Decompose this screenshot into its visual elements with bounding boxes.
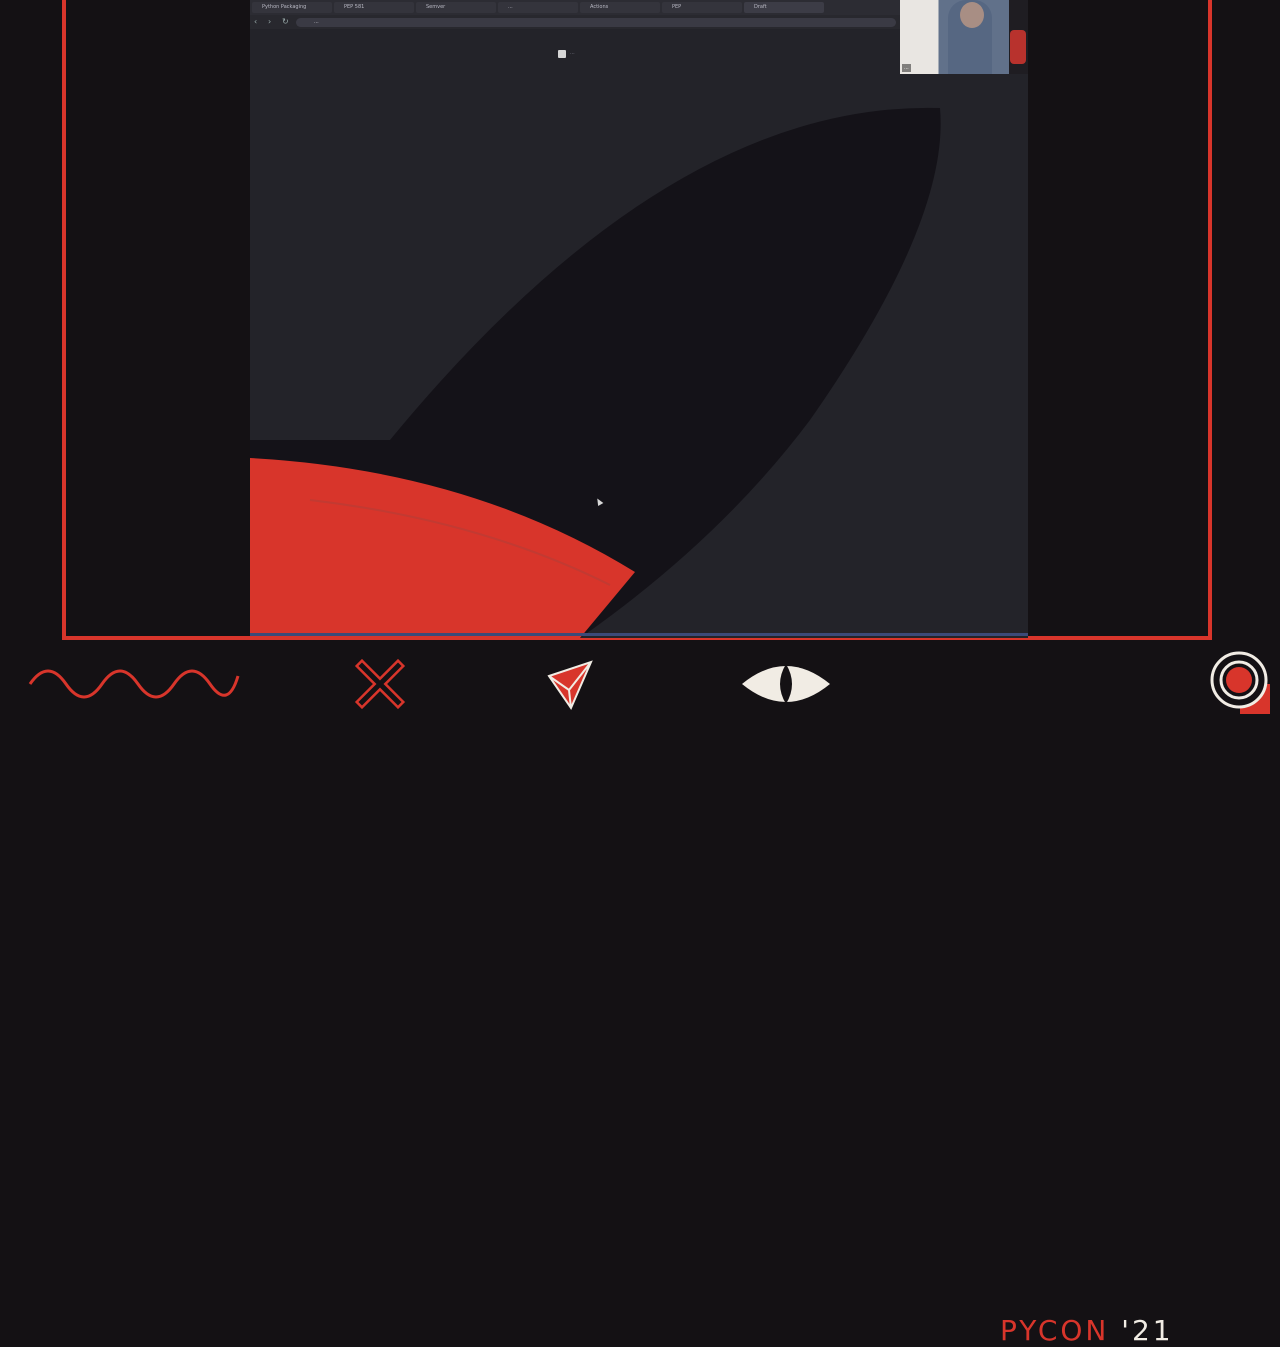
page-drawing: [250, 107, 941, 638]
webcam-background-object: [1010, 30, 1026, 64]
footer-bar: PYCON '21: [0, 648, 1280, 1347]
speaker-head: [960, 2, 984, 28]
shared-screen: Python Packaging PEP 581 Semver ... Acti…: [250, 0, 1028, 638]
wave-icon: [28, 669, 240, 699]
speaker-webcam: ...: [900, 0, 1028, 74]
target-icon: [1210, 651, 1270, 714]
taskbar-line: [250, 633, 1028, 636]
x-icon: [354, 658, 406, 710]
speaker-name-label: ...: [902, 64, 911, 72]
eye-icon: [742, 664, 830, 704]
pycon-word: PYCON: [1000, 1314, 1110, 1347]
pycon-logo-text: PYCON '21: [1000, 1314, 1174, 1347]
pycon-year: '21: [1121, 1314, 1174, 1347]
triangle-icon: [547, 660, 593, 711]
